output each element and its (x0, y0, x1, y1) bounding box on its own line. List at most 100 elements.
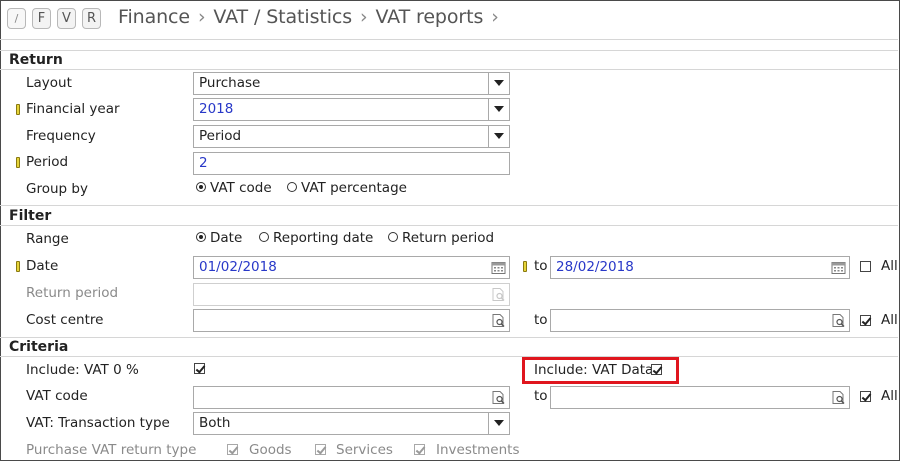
include-vat0-label: Include: VAT 0 % (26, 362, 139, 378)
radio-vat-percentage[interactable]: VAT percentage (287, 180, 407, 196)
required-marker-icon (16, 261, 20, 272)
v-button[interactable]: V (57, 8, 76, 29)
breadcrumb: Finance › VAT / Statistics › VAT reports… (118, 6, 501, 28)
date-all-checkbox[interactable] (860, 261, 871, 272)
f-button[interactable]: F (32, 8, 51, 29)
return-period-label: Return period (26, 285, 119, 301)
section-title-return: Return (9, 52, 63, 68)
radio-unselected-icon (287, 182, 297, 192)
radio-label: Return period (402, 230, 495, 246)
calendar-icon[interactable] (831, 260, 846, 275)
radio-label: VAT code (210, 180, 272, 196)
lookup-search-icon[interactable] (831, 313, 846, 328)
breadcrumb-separator-icon: › (491, 6, 499, 28)
layout-label: Layout (26, 75, 72, 91)
chevron-down-icon[interactable] (488, 126, 509, 147)
page-header: / F V R Finance › VAT / Statistics › VAT… (0, 0, 898, 40)
cost-centre-to-label: to (534, 312, 548, 328)
period-input[interactable]: 2 (193, 152, 510, 175)
required-marker-icon (523, 261, 527, 272)
breadcrumb-vat-statistics[interactable]: VAT / Statistics (213, 6, 352, 28)
vat-code-to-input[interactable] (550, 386, 850, 409)
section-divider (0, 225, 898, 226)
layout-select[interactable]: Purchase (193, 72, 510, 95)
section-divider (0, 205, 898, 206)
breadcrumb-vat-reports[interactable]: VAT reports (375, 6, 483, 28)
frequency-value: Period (199, 128, 242, 144)
chevron-down-icon[interactable] (488, 73, 509, 94)
date-from-input[interactable]: 01/02/2018 (193, 256, 510, 279)
investments-checkbox[interactable] (414, 444, 425, 455)
transaction-type-value: Both (199, 415, 231, 431)
section-divider (0, 50, 898, 51)
highlight-box (522, 357, 679, 384)
radio-label: Reporting date (273, 230, 374, 246)
vat-code-label: VAT code (26, 388, 88, 404)
cost-centre-to-input[interactable] (550, 309, 850, 332)
required-marker-icon (16, 104, 20, 115)
layout-value: Purchase (199, 75, 261, 91)
period-label: Period (26, 154, 69, 170)
date-all-label: All (881, 258, 898, 274)
radio-vat-code[interactable]: VAT code (196, 180, 272, 196)
breadcrumb-separator-icon: › (360, 6, 368, 28)
radio-range-reporting-date[interactable]: Reporting date (259, 230, 373, 246)
vat-code-to-label: to (534, 388, 548, 404)
radio-label: Date (210, 230, 243, 246)
radio-selected-icon (196, 232, 206, 242)
chevron-down-icon[interactable] (488, 99, 509, 120)
services-checkbox[interactable] (315, 444, 326, 455)
radio-range-return-period[interactable]: Return period (388, 230, 494, 246)
goods-checkbox[interactable] (227, 444, 238, 455)
frequency-label: Frequency (26, 128, 96, 144)
lookup-search-icon[interactable] (491, 390, 506, 405)
purchase-return-type-label: Purchase VAT return type (26, 442, 197, 458)
vat-code-from-input[interactable] (193, 386, 510, 409)
lookup-search-icon[interactable] (491, 313, 506, 328)
cost-centre-label: Cost centre (26, 312, 104, 328)
cost-centre-from-input[interactable] (193, 309, 510, 332)
date-to-value: 28/02/2018 (556, 259, 634, 275)
section-divider (0, 356, 898, 357)
include-vat0-checkbox[interactable] (194, 363, 205, 374)
group-by-label: Group by (26, 181, 88, 197)
vat-code-all-label: All (881, 388, 898, 404)
date-to-input[interactable]: 28/02/2018 (550, 256, 850, 279)
date-from-value: 01/02/2018 (199, 259, 277, 275)
section-title-criteria: Criteria (9, 339, 69, 355)
investments-label: Investments (436, 442, 520, 458)
frequency-select[interactable]: Period (193, 125, 510, 148)
radio-unselected-icon (259, 232, 269, 242)
goods-label: Goods (249, 442, 292, 458)
date-label: Date (26, 258, 59, 274)
r-button[interactable]: R (82, 8, 101, 29)
financial-year-value: 2018 (199, 101, 234, 117)
period-value: 2 (199, 155, 208, 171)
radio-range-date[interactable]: Date (196, 230, 242, 246)
radio-label: VAT percentage (301, 180, 407, 196)
transaction-type-select[interactable]: Both (193, 412, 510, 435)
financial-year-select[interactable]: 2018 (193, 98, 510, 121)
return-period-input[interactable] (193, 283, 510, 306)
financial-year-label: Financial year (26, 101, 120, 117)
transaction-type-label: VAT: Transaction type (26, 415, 170, 431)
required-marker-icon (16, 157, 20, 168)
breadcrumb-finance[interactable]: Finance (118, 6, 190, 28)
section-divider (0, 337, 898, 338)
breadcrumb-separator-icon: › (197, 6, 206, 28)
slash-button[interactable]: / (7, 8, 26, 29)
lookup-search-icon[interactable] (491, 287, 506, 302)
radio-selected-icon (196, 182, 206, 192)
lookup-search-icon[interactable] (831, 390, 846, 405)
section-divider (0, 69, 898, 70)
radio-unselected-icon (388, 232, 398, 242)
range-label: Range (26, 231, 69, 247)
cost-centre-all-label: All (881, 312, 898, 328)
chevron-down-icon[interactable] (488, 413, 509, 434)
calendar-icon[interactable] (491, 260, 506, 275)
cost-centre-all-checkbox[interactable] (860, 315, 871, 326)
vat-code-all-checkbox[interactable] (860, 391, 871, 402)
section-title-filter: Filter (9, 208, 52, 224)
services-label: Services (336, 442, 393, 458)
date-to-label: to (534, 258, 548, 274)
